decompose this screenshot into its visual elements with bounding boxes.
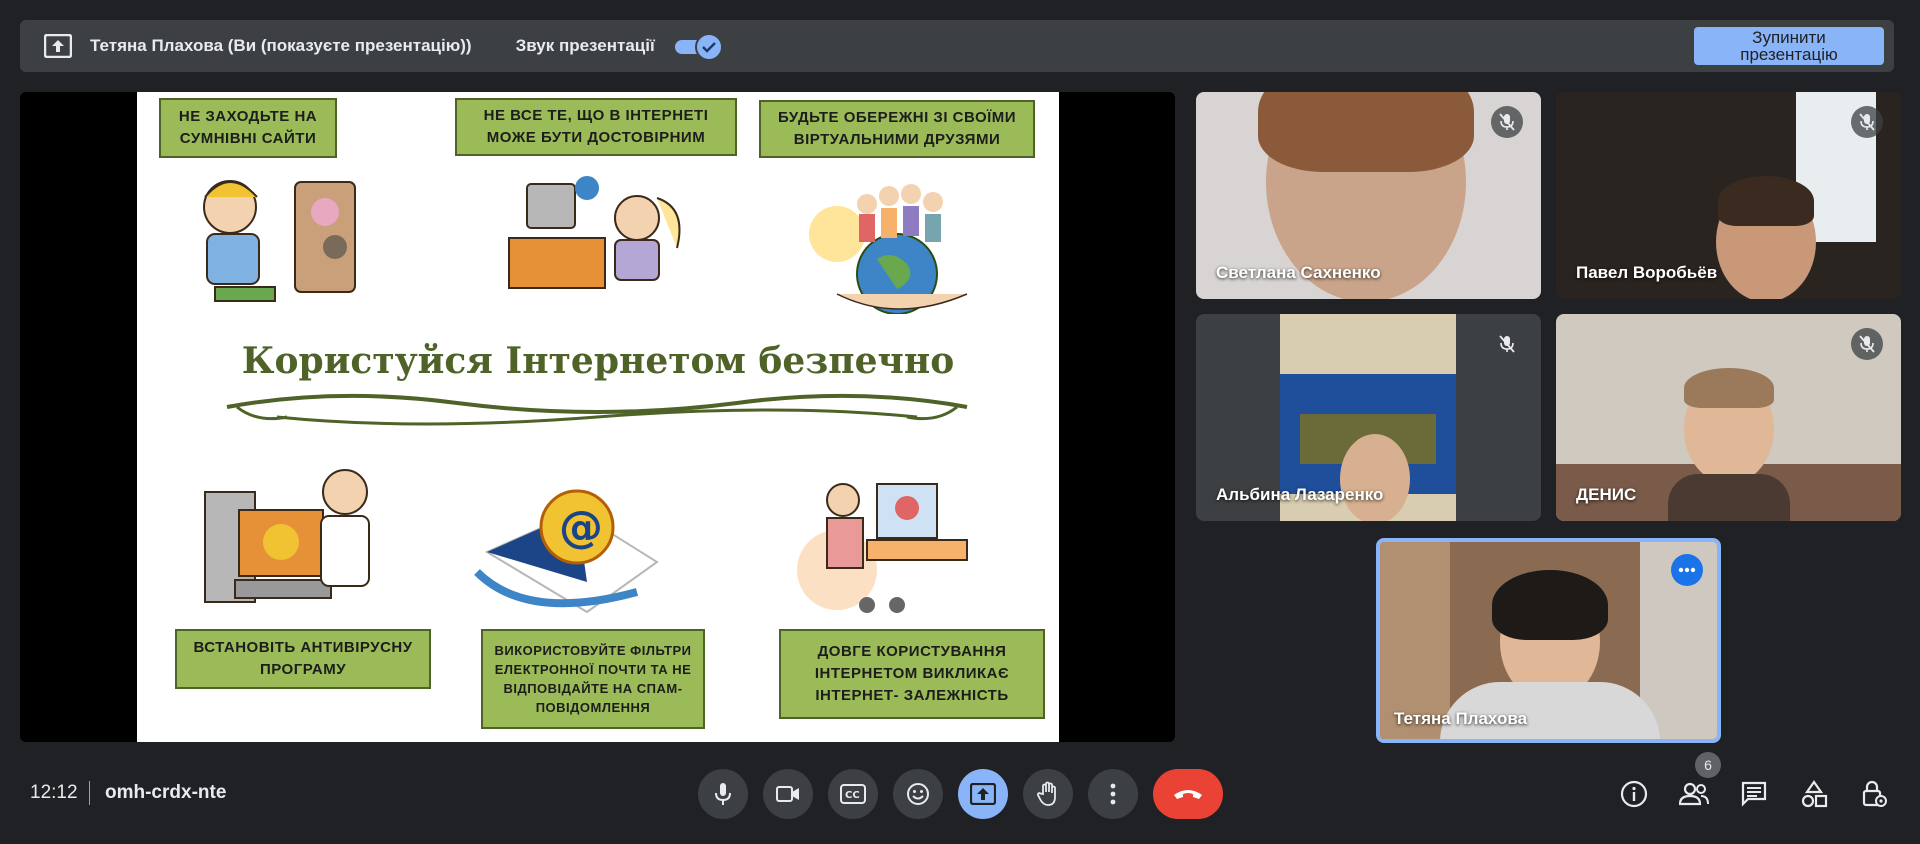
- slide-title: Користуйся Інтернетом безпечно: [241, 340, 955, 382]
- svg-text:CC: CC: [845, 790, 860, 801]
- presenter-status-text: Тетяна Плахова (Ви (показуєте презентаці…: [90, 36, 472, 55]
- check-icon: [694, 33, 723, 61]
- more-options-button[interactable]: [1088, 769, 1138, 819]
- emoji-icon: [907, 783, 929, 805]
- people-icon: [1679, 782, 1709, 806]
- meeting-info-button[interactable]: [1616, 776, 1652, 812]
- stop-presenting-button[interactable]: Зупинити презентацію: [1694, 27, 1884, 65]
- present-icon: [970, 783, 996, 805]
- title-ornament: [226, 393, 968, 426]
- svg-text:@: @: [559, 502, 603, 553]
- presentation-sound-toggle[interactable]: [674, 33, 723, 61]
- tip-card: НЕ ЗАХОДЬТЕ НА СУМНІВНІ САЙТИ: [159, 98, 337, 158]
- more-options-icon[interactable]: [1671, 554, 1703, 586]
- girl-computer-addiction-illustration: [797, 483, 968, 613]
- mic-off-icon: [1851, 328, 1883, 360]
- self-view-tile[interactable]: Тетяна Плахова: [1376, 538, 1721, 743]
- email-envelope-illustration: @: [474, 489, 659, 614]
- earth-friends-illustration: [809, 184, 968, 314]
- mic-off-icon: [1851, 106, 1883, 138]
- meeting-code: omh-crdx-nte: [105, 782, 227, 803]
- end-call-icon: [1174, 790, 1202, 799]
- more-options-icon: [1110, 783, 1116, 805]
- captions-button[interactable]: CC: [828, 769, 878, 819]
- chat-button[interactable]: [1736, 776, 1772, 812]
- presentation-banner: Тетяна Плахова (Ви (показуєте презентаці…: [20, 20, 1894, 72]
- tip-card: ДОВГЕ КОРИСТУВАННЯ ІНТЕРНЕТОМ ВИКЛИКАЄ І…: [779, 629, 1045, 719]
- people-button[interactable]: [1676, 776, 1712, 812]
- raise-hand-icon: [1037, 781, 1056, 806]
- tip-card: ВИКОРИСТОВУЙТЕ ФІЛЬТРИ ЕЛЕКТРОННОЇ ПОЧТИ…: [481, 629, 705, 729]
- mic-button[interactable]: [698, 769, 748, 819]
- activities-button[interactable]: [1796, 776, 1832, 812]
- mic-off-icon: [1491, 328, 1523, 360]
- participant-tile[interactable]: Альбина Лазаренко: [1196, 314, 1541, 521]
- captions-icon: CC: [840, 784, 866, 804]
- activities-icon: [1801, 780, 1828, 808]
- meeting-time: 12:12: [30, 782, 78, 803]
- participant-name: Светлана Сахненко: [1216, 263, 1381, 282]
- chat-icon: [1741, 781, 1767, 807]
- participant-name: ДЕНИС: [1576, 485, 1637, 504]
- camera-button[interactable]: [763, 769, 813, 819]
- divider: [89, 781, 90, 805]
- emoji-button[interactable]: [893, 769, 943, 819]
- participant-tile[interactable]: Светлана Сахненко: [1196, 92, 1541, 299]
- participant-name: Альбина Лазаренко: [1216, 485, 1384, 504]
- doctor-computer-illustration: [204, 469, 370, 603]
- tip-card: ВСТАНОВІТЬ АНТИВІРУСНУ ПРОГРАМУ: [175, 629, 431, 689]
- host-controls-icon: [1862, 780, 1887, 807]
- presentation-stage: НЕ ЗАХОДЬТЕ НА СУМНІВНІ САЙТИ НЕ ВСЕ ТЕ,…: [20, 92, 1175, 742]
- present-to-all-icon: [42, 30, 74, 62]
- participant-tile[interactable]: ДЕНИС: [1556, 314, 1901, 521]
- presentation-sound-label: Звук презентації: [515, 36, 655, 55]
- raise-hand-button[interactable]: [1023, 769, 1073, 819]
- info-icon: [1620, 780, 1648, 808]
- participant-name: Павел Воробьёв: [1576, 263, 1718, 282]
- present-button[interactable]: [958, 769, 1008, 819]
- mic-icon: [715, 783, 731, 805]
- mic-off-icon: [1491, 106, 1523, 138]
- host-controls-button[interactable]: [1856, 776, 1892, 812]
- people-count-badge: 6: [1695, 752, 1721, 778]
- participant-name: Тетяна Плахова: [1394, 709, 1528, 728]
- end-call-button[interactable]: [1153, 769, 1223, 819]
- tip-card: НЕ ВСЕ ТЕ, ЩО В ІНТЕРНЕТІ МОЖЕ БУТИ ДОСТ…: [455, 98, 737, 156]
- participant-tile[interactable]: Павел Воробьёв: [1556, 92, 1901, 299]
- tip-card: БУДЬТЕ ОБЕРЕЖНІ ЗІ СВОЇМИ ВІРТУАЛЬНИМИ Д…: [759, 100, 1035, 158]
- child-computer-illustration: [203, 180, 356, 302]
- kids-at-computer-illustration: [508, 176, 681, 289]
- presentation-slide: НЕ ЗАХОДЬТЕ НА СУМНІВНІ САЙТИ НЕ ВСЕ ТЕ,…: [137, 92, 1059, 742]
- camera-icon: [776, 786, 799, 802]
